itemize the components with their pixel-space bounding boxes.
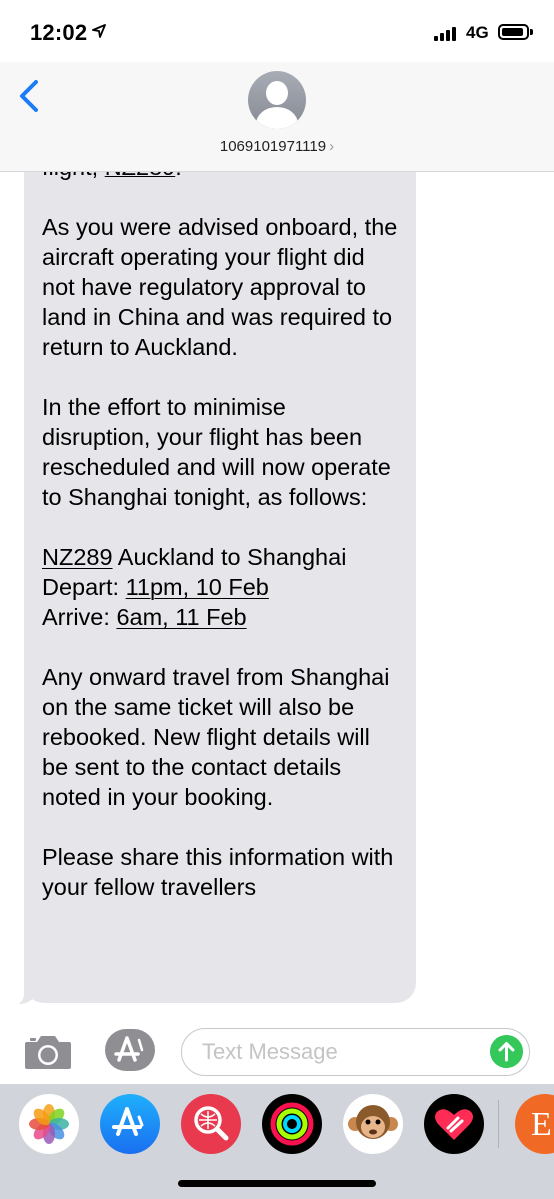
flight-details: NZ289 Auckland to Shanghai Depart: 11pm,…	[42, 544, 347, 630]
incoming-message-bubble[interactable]: flight, NZ289. As you were advised onboa…	[24, 172, 416, 1003]
message-list[interactable]: flight, NZ289. As you were advised onboa…	[0, 172, 554, 1016]
message-partial-line: flight, NZ289.	[42, 172, 398, 182]
message-paragraph: In the effort to minimise disruption, yo…	[42, 394, 391, 510]
etsy-letter: E	[531, 1106, 552, 1143]
photos-icon[interactable]	[19, 1094, 79, 1154]
app-store-apps-icon[interactable]	[104, 1028, 156, 1072]
back-chevron-icon[interactable]	[14, 76, 48, 116]
message-input[interactable]	[181, 1028, 530, 1076]
digital-touch-icon[interactable]	[424, 1094, 484, 1154]
home-indicator[interactable]	[178, 1180, 376, 1187]
monkey-memoji-icon[interactable]	[343, 1094, 403, 1154]
activity-icon[interactable]	[262, 1094, 322, 1154]
status-bar: 12:02 4G	[0, 0, 554, 62]
message-paragraph: Please share this information with your …	[42, 844, 394, 900]
network-type: 4G	[466, 23, 489, 42]
battery-icon	[498, 24, 533, 40]
person-silhouette-icon	[266, 81, 288, 105]
contact-name[interactable]: 1069101971119 ›	[0, 138, 554, 155]
conversation-header: 1069101971119 ›	[0, 62, 554, 172]
message-text: flight, NZ289. As you were advised onboa…	[42, 172, 398, 902]
cellular-signal-icon	[434, 27, 458, 41]
search-images-icon[interactable]	[181, 1094, 241, 1154]
camera-icon[interactable]	[23, 1033, 73, 1071]
message-text-input[interactable]	[202, 1038, 482, 1066]
etsy-icon[interactable]: E	[515, 1094, 554, 1154]
status-time: 12:02	[30, 20, 88, 45]
chevron-right-icon: ›	[329, 138, 335, 155]
imessage-app-drawer: E	[0, 1084, 554, 1199]
flight-code-link[interactable]: NZ289	[42, 544, 113, 570]
compose-bar	[0, 1016, 554, 1084]
message-paragraph: As you were advised onboard, the aircraf…	[42, 214, 398, 360]
message-paragraph: Any onward travel from Shanghai on the s…	[42, 664, 390, 810]
flight-link[interactable]: NZ289	[105, 172, 176, 180]
arrive-datetime-link[interactable]: 6am, 11 Feb	[116, 604, 246, 630]
location-arrow-icon	[92, 24, 106, 38]
app-store-icon[interactable]	[100, 1094, 160, 1154]
contact-number: 1069101971119	[219, 138, 327, 155]
depart-datetime-link[interactable]: 11pm, 10 Feb	[126, 574, 269, 600]
contact-avatar[interactable]	[248, 71, 306, 129]
send-arrow-icon[interactable]	[490, 1035, 523, 1068]
drawer-divider	[498, 1100, 499, 1148]
